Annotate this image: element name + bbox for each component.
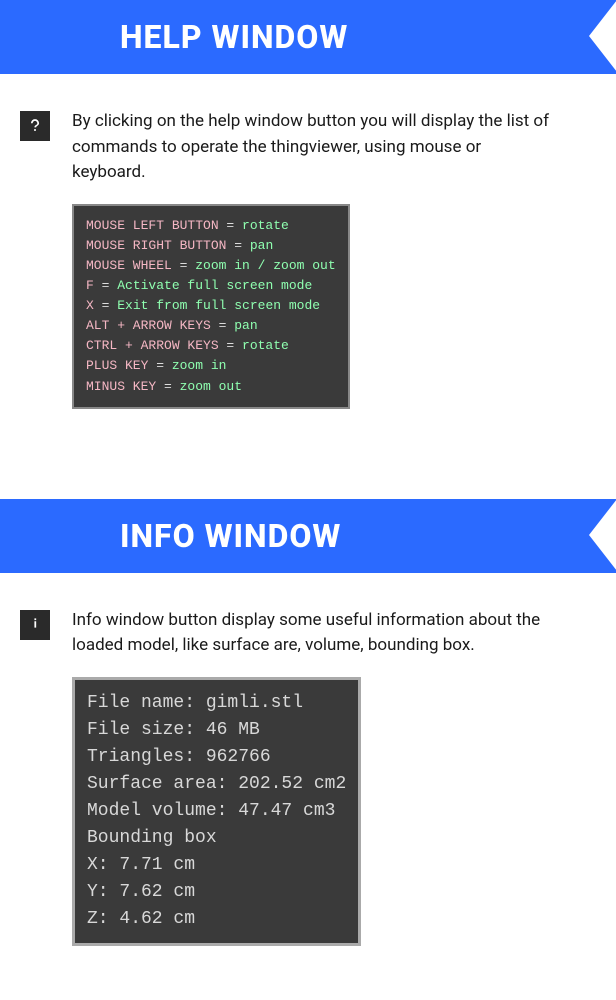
- command-value: zoom in / zoom out: [195, 258, 335, 273]
- info-line: File name: gimli.stl: [87, 690, 346, 717]
- command-key: PLUS KEY: [86, 358, 148, 373]
- info-banner: INFO WINDOW: [0, 499, 616, 573]
- help-content: By clicking on the help window button yo…: [0, 109, 616, 409]
- info-icon-button[interactable]: [20, 610, 50, 640]
- info-line: Bounding box: [87, 825, 346, 852]
- command-value: zoom in: [172, 358, 227, 373]
- info-line: Triangles: 962766: [87, 744, 346, 771]
- equals-sign: =: [148, 358, 171, 373]
- command-line: PLUS KEY = zoom in: [86, 356, 336, 376]
- info-line: X: 7.71 cm: [87, 852, 346, 879]
- info-line: Model volume: 47.47 cm3: [87, 798, 346, 825]
- equals-sign: =: [219, 338, 242, 353]
- command-key: MOUSE WHEEL: [86, 258, 172, 273]
- command-line: CTRL + ARROW KEYS = rotate: [86, 336, 336, 356]
- equals-sign: =: [172, 258, 195, 273]
- command-value: Activate full screen mode: [117, 278, 312, 293]
- equals-sign: =: [226, 238, 249, 253]
- command-key: MOUSE RIGHT BUTTON: [86, 238, 226, 253]
- info-description: Info window button display some useful i…: [72, 608, 556, 659]
- equals-sign: =: [219, 218, 242, 233]
- command-value: pan: [250, 238, 273, 253]
- info-content: Info window button display some useful i…: [0, 608, 616, 946]
- command-key: CTRL + ARROW KEYS: [86, 338, 219, 353]
- command-line: MOUSE WHEEL = zoom in / zoom out: [86, 256, 336, 276]
- command-key: X: [86, 298, 94, 313]
- equals-sign: =: [156, 379, 179, 394]
- command-value: rotate: [242, 338, 289, 353]
- info-line: File size: 46 MB: [87, 717, 346, 744]
- info-line: Z: 4.62 cm: [87, 906, 346, 933]
- command-value: pan: [234, 318, 257, 333]
- command-line: X = Exit from full screen mode: [86, 296, 336, 316]
- command-value: zoom out: [180, 379, 242, 394]
- info-title: INFO WINDOW: [120, 517, 341, 555]
- equals-sign: =: [211, 318, 234, 333]
- help-description-col: By clicking on the help window button yo…: [72, 109, 556, 409]
- command-line: MOUSE LEFT BUTTON = rotate: [86, 216, 336, 236]
- info-description-col: Info window button display some useful i…: [72, 608, 556, 946]
- command-value: Exit from full screen mode: [117, 298, 320, 313]
- info-terminal: File name: gimli.stlFile size: 46 MBTria…: [72, 677, 361, 946]
- help-icon-button[interactable]: [20, 111, 50, 141]
- help-banner: HELP WINDOW: [0, 0, 616, 74]
- command-value: rotate: [242, 218, 289, 233]
- command-key: MINUS KEY: [86, 379, 156, 394]
- command-line: ALT + ARROW KEYS = pan: [86, 316, 336, 336]
- question-icon: [28, 117, 42, 136]
- command-key: F: [86, 278, 94, 293]
- command-key: ALT + ARROW KEYS: [86, 318, 211, 333]
- help-commands-terminal: MOUSE LEFT BUTTON = rotateMOUSE RIGHT BU…: [72, 204, 350, 409]
- command-line: MINUS KEY = zoom out: [86, 377, 336, 397]
- command-line: MOUSE RIGHT BUTTON = pan: [86, 236, 336, 256]
- equals-sign: =: [94, 298, 117, 313]
- command-line: F = Activate full screen mode: [86, 276, 336, 296]
- command-key: MOUSE LEFT BUTTON: [86, 218, 219, 233]
- info-icon: [28, 615, 42, 634]
- help-description: By clicking on the help window button yo…: [72, 109, 556, 186]
- info-line: Surface area: 202.52 cm2: [87, 771, 346, 798]
- equals-sign: =: [94, 278, 117, 293]
- help-title: HELP WINDOW: [120, 18, 348, 56]
- info-line: Y: 7.62 cm: [87, 879, 346, 906]
